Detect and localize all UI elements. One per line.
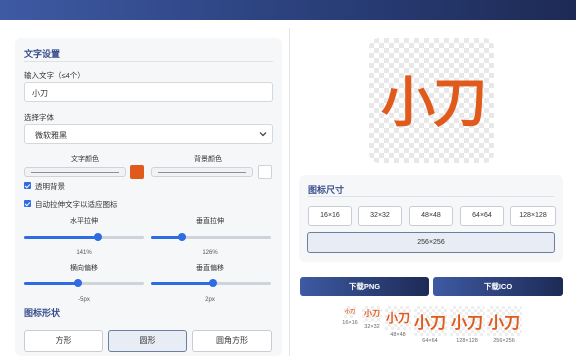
v-offset-slider[interactable]: [151, 278, 271, 288]
text-input-label: 输入文字（≤4个）: [24, 71, 85, 80]
bg-color-bar[interactable]: [151, 167, 253, 177]
h-stretch-label: 水平拉伸: [70, 218, 98, 225]
thumbnail-32: 小刀 32×32: [361, 306, 383, 330]
h-stretch-value: 141%: [76, 250, 92, 256]
slider-thumb[interactable]: [178, 233, 187, 241]
bg-color-swatch[interactable]: [258, 165, 272, 179]
v-stretch-slider[interactable]: [151, 232, 271, 242]
thumbnail-caption: 16×16: [342, 320, 358, 326]
h-offset-value: -5px: [78, 297, 90, 303]
h-stretch-slider[interactable]: [24, 232, 144, 242]
thumbnail-text: 小刀: [487, 313, 520, 332]
v-offset-label: 垂直偏移: [196, 265, 224, 272]
icon-preview: 小刀: [369, 38, 494, 163]
slider-thumb[interactable]: [94, 233, 103, 241]
column-divider: [289, 28, 290, 356]
text-input[interactable]: 小刀: [24, 82, 273, 102]
thumbnail-text: 小刀: [385, 311, 410, 325]
shape-square-button[interactable]: 方形: [24, 330, 103, 352]
thumbnail-text: 小刀: [413, 313, 446, 332]
text-settings-panel: 文字设置 输入文字（≤4个） 小刀 选择字体 微软雅黑 文字颜色 背景颜色 透明…: [15, 38, 282, 356]
v-stretch-value: 126%: [202, 250, 218, 256]
thumbnail-caption: 48×48: [390, 332, 406, 338]
h-offset-slider[interactable]: [24, 278, 144, 288]
transparent-bg-label: 透明背景: [35, 182, 65, 191]
slider-thumb[interactable]: [74, 279, 82, 287]
download-png-button[interactable]: 下载PNG: [300, 277, 429, 296]
thumbnail-text: 小刀: [450, 313, 483, 332]
size-32-button[interactable]: 32×32: [358, 206, 402, 226]
font-select-value: 微软雅黑: [35, 131, 67, 140]
thumbnail-16: 小刀 16×16: [339, 306, 361, 326]
section-divider: [24, 61, 273, 62]
chevron-down-icon: [259, 132, 267, 137]
thumbnail-256: 小刀 256×256: [486, 306, 522, 344]
font-select-label: 选择字体: [24, 113, 54, 122]
thumbnail-caption: 256×256: [493, 338, 515, 344]
transparent-bg-checkbox[interactable]: [24, 182, 31, 189]
slider-thumb[interactable]: [209, 279, 218, 287]
size-64-button[interactable]: 64×64: [460, 206, 504, 226]
size-panel: 图标尺寸 16×16 32×32 48×48 64×64 128×128 256…: [299, 175, 563, 262]
bg-color-label: 背景颜色: [194, 156, 222, 163]
shape-title: 图标形状: [24, 308, 61, 318]
font-select[interactable]: 微软雅黑: [24, 124, 273, 144]
v-offset-value: 2px: [205, 297, 215, 303]
thumbnail-128: 小刀 128×128: [449, 306, 485, 344]
thumbnail-text: 小刀: [364, 309, 380, 318]
h-offset-label: 横向偏移: [70, 265, 98, 272]
app-header-bar: [0, 0, 576, 20]
thumbnail-caption: 128×128: [456, 338, 478, 344]
text-color-label: 文字颜色: [71, 156, 99, 163]
section-divider: [308, 196, 554, 197]
text-color-bar[interactable]: [24, 167, 126, 177]
thumbnail-48: 小刀 48×48: [384, 306, 412, 338]
v-stretch-label: 垂直拉伸: [196, 218, 224, 225]
size-256-button[interactable]: 256×256: [307, 232, 555, 253]
preview-text: 小刀: [381, 71, 487, 134]
size-title: 图标尺寸: [308, 185, 345, 195]
size-128-button[interactable]: 128×128: [510, 206, 556, 226]
text-color-swatch[interactable]: [130, 165, 144, 179]
shape-rounded-button[interactable]: 圆角方形: [192, 330, 272, 352]
thumbnail-64: 小刀 64×64: [413, 306, 447, 344]
autofit-checkbox[interactable]: [24, 200, 31, 207]
thumbnail-text: 小刀: [344, 309, 355, 315]
download-ico-button[interactable]: 下载ICO: [433, 277, 563, 296]
thumbnail-caption: 32×32: [364, 324, 380, 330]
shape-circle-button[interactable]: 圆形: [108, 330, 187, 352]
thumbnail-caption: 64×64: [422, 338, 438, 344]
size-16-button[interactable]: 16×16: [308, 206, 352, 226]
autofit-label: 自动拉伸文字以适应图标: [35, 200, 118, 209]
size-48-button[interactable]: 48×48: [409, 206, 453, 226]
text-settings-title: 文字设置: [24, 49, 61, 59]
